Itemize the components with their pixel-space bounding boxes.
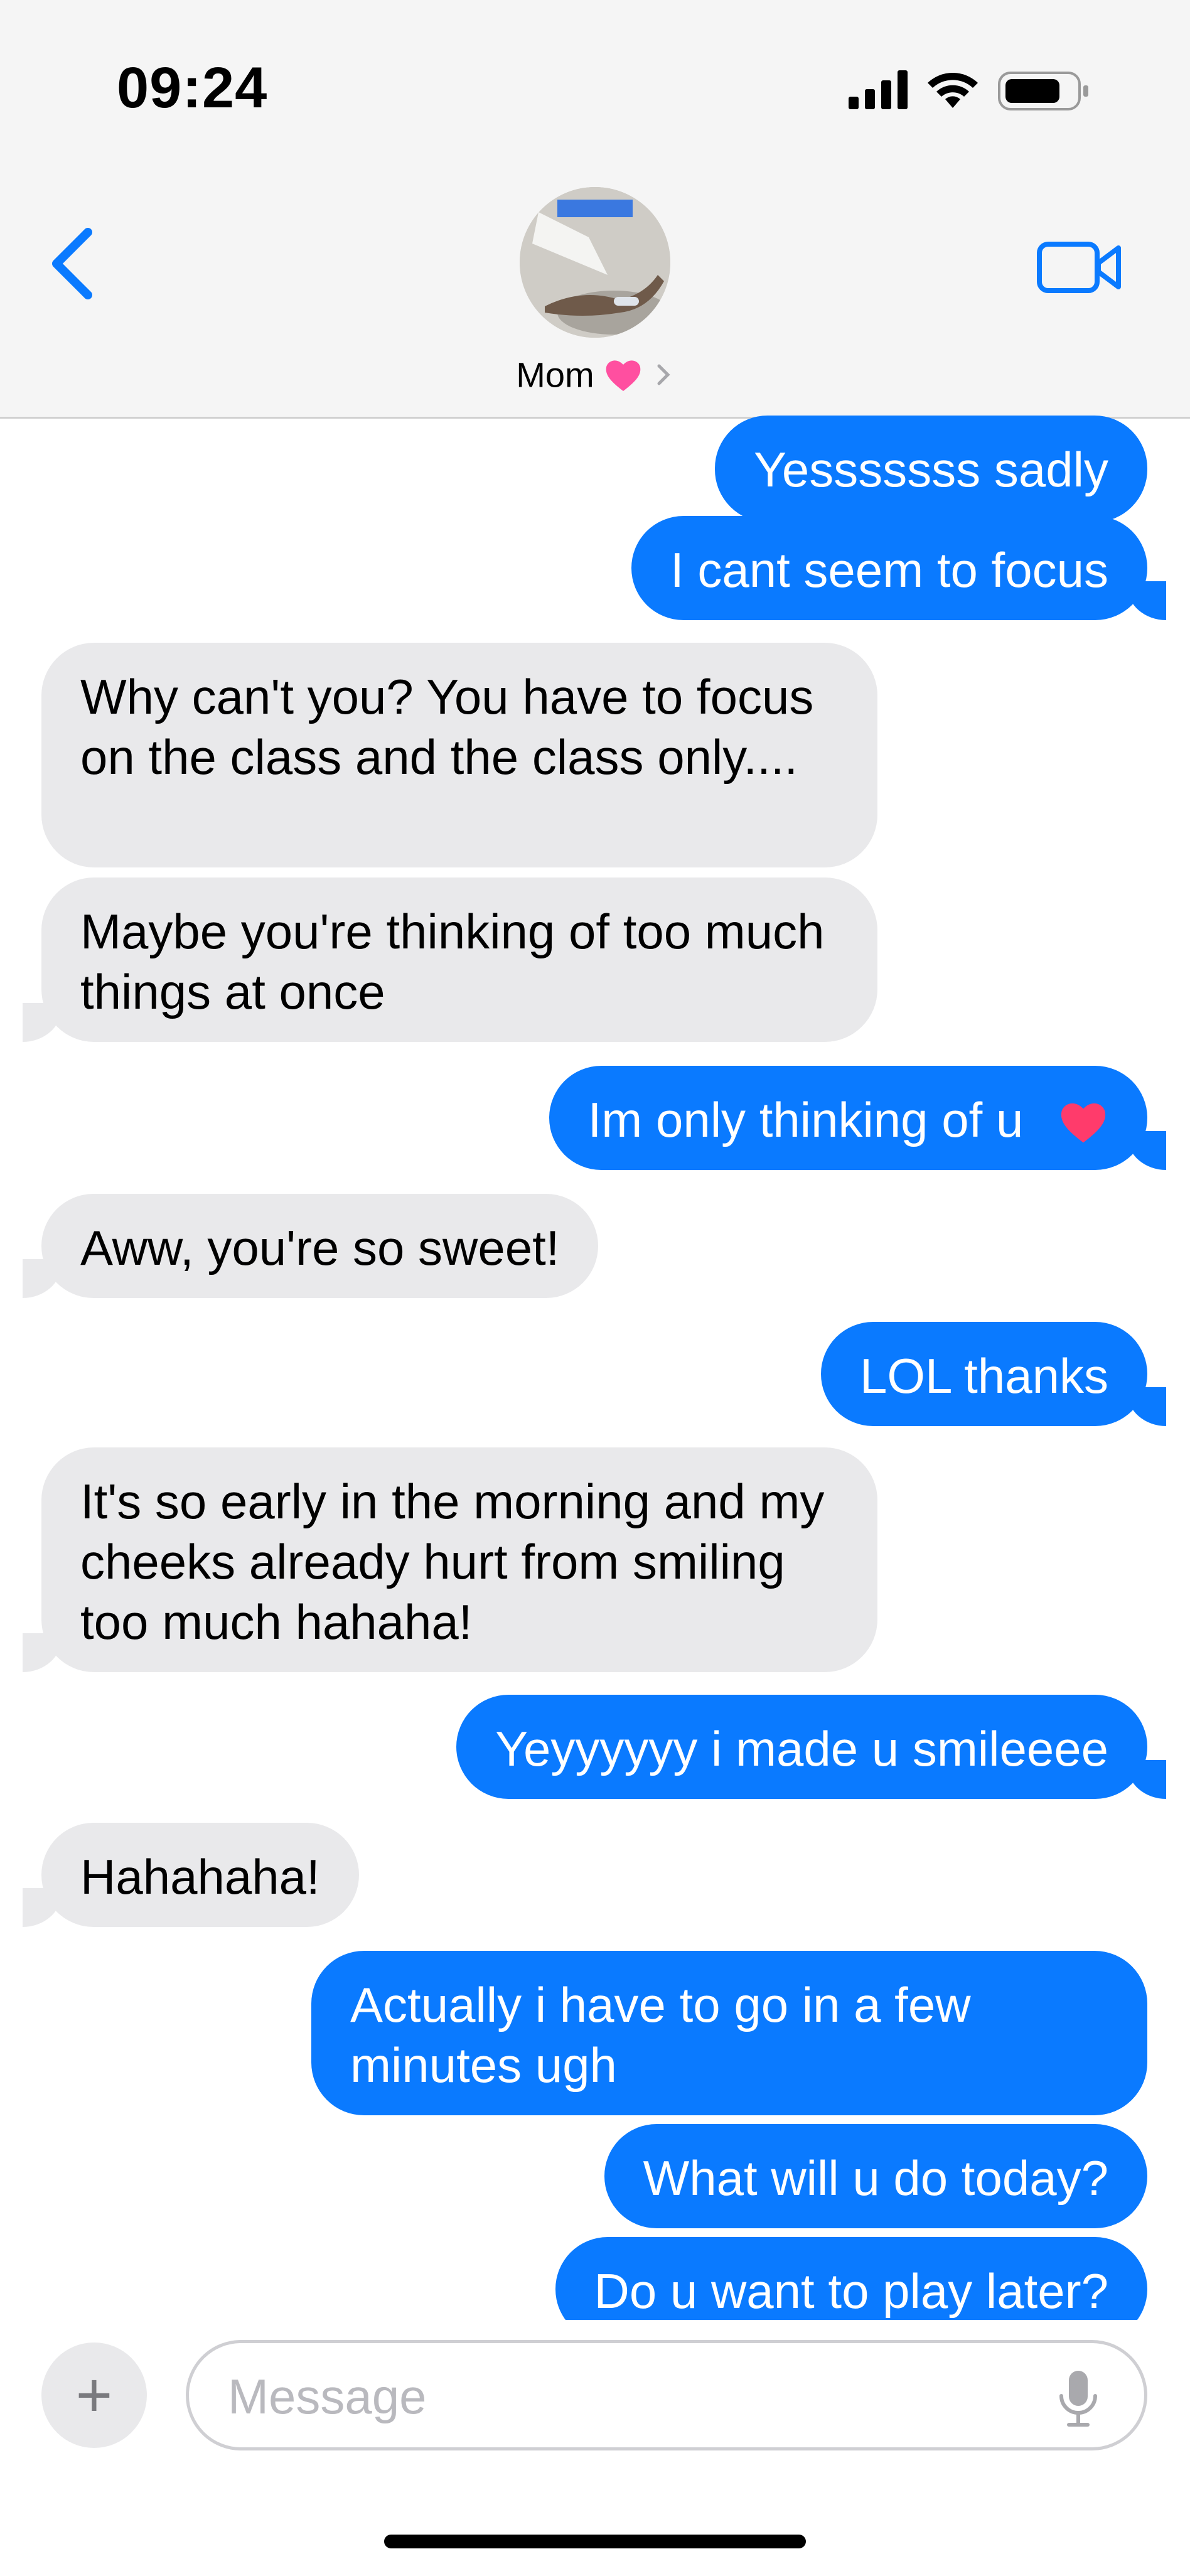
message-text: I cant seem to focus: [670, 542, 1108, 598]
message-text: Hahahaha!: [80, 1849, 320, 1904]
message-text: Do u want to play later?: [594, 2263, 1108, 2319]
message-input[interactable]: [227, 2364, 1014, 2428]
message-incoming[interactable]: Hahahaha!: [23, 1823, 359, 1927]
heart-emoji-icon: [1061, 1103, 1106, 1143]
message-text: It's so early in the morning and my chee…: [80, 1474, 825, 1650]
chevron-right-icon: [657, 364, 670, 385]
battery-icon: [998, 72, 1088, 110]
back-chevron-icon[interactable]: [44, 226, 100, 301]
message-text: LOL thanks: [859, 1348, 1108, 1403]
message-incoming[interactable]: Aww, you're so sweet!: [22, 1194, 599, 1298]
message-text: Yeyyyyyy i made u smileeee: [495, 1721, 1108, 1776]
message-incoming[interactable]: It's so early in the morning and my chee…: [23, 1447, 877, 1672]
message-text: Actually i have to go in a few minutes u…: [350, 1977, 971, 2093]
wifi-icon: [928, 73, 978, 108]
message-outgoing[interactable]: Yeyyyyyy i made u smileeee: [456, 1695, 1166, 1799]
message-incoming[interactable]: Why can't you? You have to focus on the …: [41, 643, 877, 867]
heart-emoji-icon: [606, 360, 641, 392]
message-outgoing[interactable]: What will u do today?: [604, 2124, 1147, 2228]
message-text: Aww, you're so sweet!: [80, 1220, 560, 1275]
message-outgoing[interactable]: I cant seem to focus: [631, 516, 1167, 620]
message-text: Yesssssss sadly: [753, 442, 1108, 497]
message-text: Maybe you're thinking of too much things…: [80, 904, 825, 1019]
message-outgoing[interactable]: LOL thanks: [820, 1322, 1167, 1426]
status-icons: [849, 70, 1088, 110]
signal-icon: [849, 70, 908, 109]
status-time: 09:24: [117, 56, 268, 120]
contact-name-button[interactable]: Mom: [0, 352, 1190, 395]
message-text: Im only thinking of u: [587, 1092, 1024, 1147]
navigation-header: 09:24 Mom: [0, 0, 1190, 419]
home-indicator: [384, 2535, 806, 2548]
message-text: What will u do today?: [643, 2150, 1108, 2206]
message-outgoing[interactable]: Yesssssss sadly: [714, 416, 1147, 522]
message-field[interactable]: [186, 2340, 1147, 2450]
message-outgoing[interactable]: Im only thinking of u: [549, 1066, 1167, 1170]
video-camera-icon[interactable]: [1036, 235, 1123, 298]
message-outgoing[interactable]: Actually i have to go in a few minutes u…: [311, 1951, 1147, 2115]
message-text: Why can't you? You have to focus on the …: [80, 669, 814, 785]
message-incoming[interactable]: Maybe you're thinking of too much things…: [23, 877, 877, 1042]
plus-icon[interactable]: +: [41, 2343, 147, 2448]
contact-name: Mom: [516, 355, 594, 395]
microphone-icon[interactable]: [1056, 2368, 1100, 2428]
contact-avatar[interactable]: [520, 187, 670, 338]
